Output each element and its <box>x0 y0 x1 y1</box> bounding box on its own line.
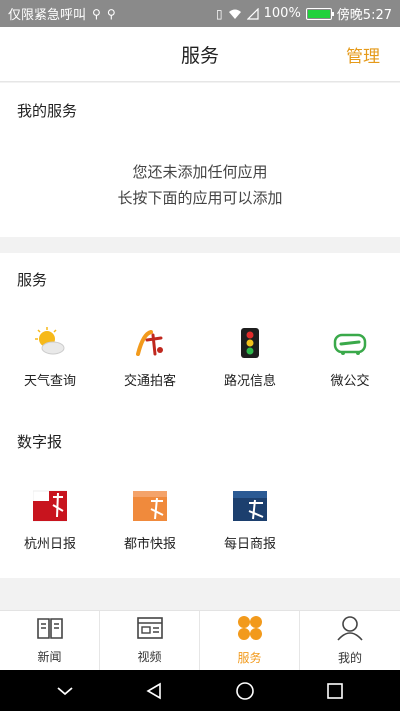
services-grid: 天气查询 交通拍客 路况信息 微公交 <box>0 326 400 389</box>
vibrate-icon: ▯ <box>216 6 223 21</box>
empty-hint-line2: 长按下面的应用可以添加 <box>117 189 283 207</box>
status-bar: 仅限紧急呼叫 ⚲ ⚲ ▯ 100% 傍晚5:27 <box>0 0 400 27</box>
person-icon <box>336 615 364 645</box>
service-weather[interactable]: 天气查询 <box>0 326 100 389</box>
usb-icon: ⚲ <box>92 6 101 21</box>
my-services-title: 我的服务 <box>17 102 78 120</box>
newspaper-label: 都市快报 <box>123 537 176 552</box>
clock: 傍晚5:27 <box>336 8 392 23</box>
daily-business-icon <box>233 489 267 523</box>
service-road-condition[interactable]: 路况信息 <box>200 326 300 389</box>
services-title: 服务 <box>17 271 48 289</box>
service-traffic-photo[interactable]: 交通拍客 <box>100 326 200 389</box>
bottom-tab-bar: 新闻 视频 服务 我的 <box>0 610 400 670</box>
signal-icon <box>246 7 259 20</box>
tab-label: 新闻 <box>37 650 62 664</box>
micro-bus-icon <box>333 326 367 360</box>
service-micro-bus[interactable]: 微公交 <box>300 326 400 389</box>
newspaper-label: 杭州日报 <box>23 537 76 552</box>
city-express-icon <box>133 489 167 523</box>
empty-hint: 您还未添加任何应用 长按下面的应用可以添加 <box>0 159 400 211</box>
newspaper-hangzhou-daily[interactable]: 杭州日报 <box>0 489 100 552</box>
service-label: 交通拍客 <box>123 374 176 389</box>
battery-percent: 100% <box>263 6 301 21</box>
manage-button[interactable]: 管理 <box>346 42 380 67</box>
newspaper-grid: 杭州日报 都市快报 每日商报 <box>0 489 400 552</box>
tab-mine[interactable]: 我的 <box>300 611 400 670</box>
service-label: 路况信息 <box>223 374 276 389</box>
wifi-icon <box>228 9 241 19</box>
tab-services[interactable]: 服务 <box>200 611 300 670</box>
newspaper-daily-business[interactable]: 每日商报 <box>200 489 300 552</box>
system-nav-bar <box>0 670 400 711</box>
chevron-down-icon[interactable] <box>56 685 74 697</box>
newspaper-city-express[interactable]: 都市快报 <box>100 489 200 552</box>
back-icon[interactable] <box>145 682 163 700</box>
page-title: 服务 <box>180 44 219 67</box>
tab-label: 视频 <box>137 650 162 664</box>
usb-debug-icon: ⚲ <box>106 6 116 21</box>
app-header: 服务 管理 <box>0 27 400 82</box>
digital-newspaper-title: 数字报 <box>17 433 63 451</box>
book-icon <box>36 616 64 644</box>
tab-news[interactable]: 新闻 <box>0 611 100 670</box>
traffic-light-icon <box>233 326 267 360</box>
battery-icon <box>305 7 334 20</box>
carrier-text: 仅限紧急呼叫 <box>8 8 87 23</box>
service-label: 天气查询 <box>23 374 76 389</box>
empty-hint-line1: 您还未添加任何应用 <box>132 163 268 181</box>
services-card: 服务 天气查询 交通拍客 路况信息 微公交 数字报 杭州日报 都市快报 每日商报 <box>0 253 400 578</box>
home-icon[interactable] <box>235 681 255 701</box>
tab-label: 服务 <box>237 651 262 665</box>
tab-video[interactable]: 视频 <box>100 611 200 670</box>
clover-icon <box>236 615 264 645</box>
hangzhou-daily-icon <box>33 489 67 523</box>
recents-icon[interactable] <box>326 682 344 700</box>
my-services-card: 我的服务 您还未添加任何应用 长按下面的应用可以添加 <box>0 83 400 237</box>
video-icon <box>136 616 164 644</box>
tab-label: 我的 <box>337 651 362 665</box>
traffic-photo-icon <box>133 326 167 360</box>
weather-icon <box>33 326 67 360</box>
service-label: 微公交 <box>330 374 370 389</box>
newspaper-label: 每日商报 <box>223 537 276 552</box>
